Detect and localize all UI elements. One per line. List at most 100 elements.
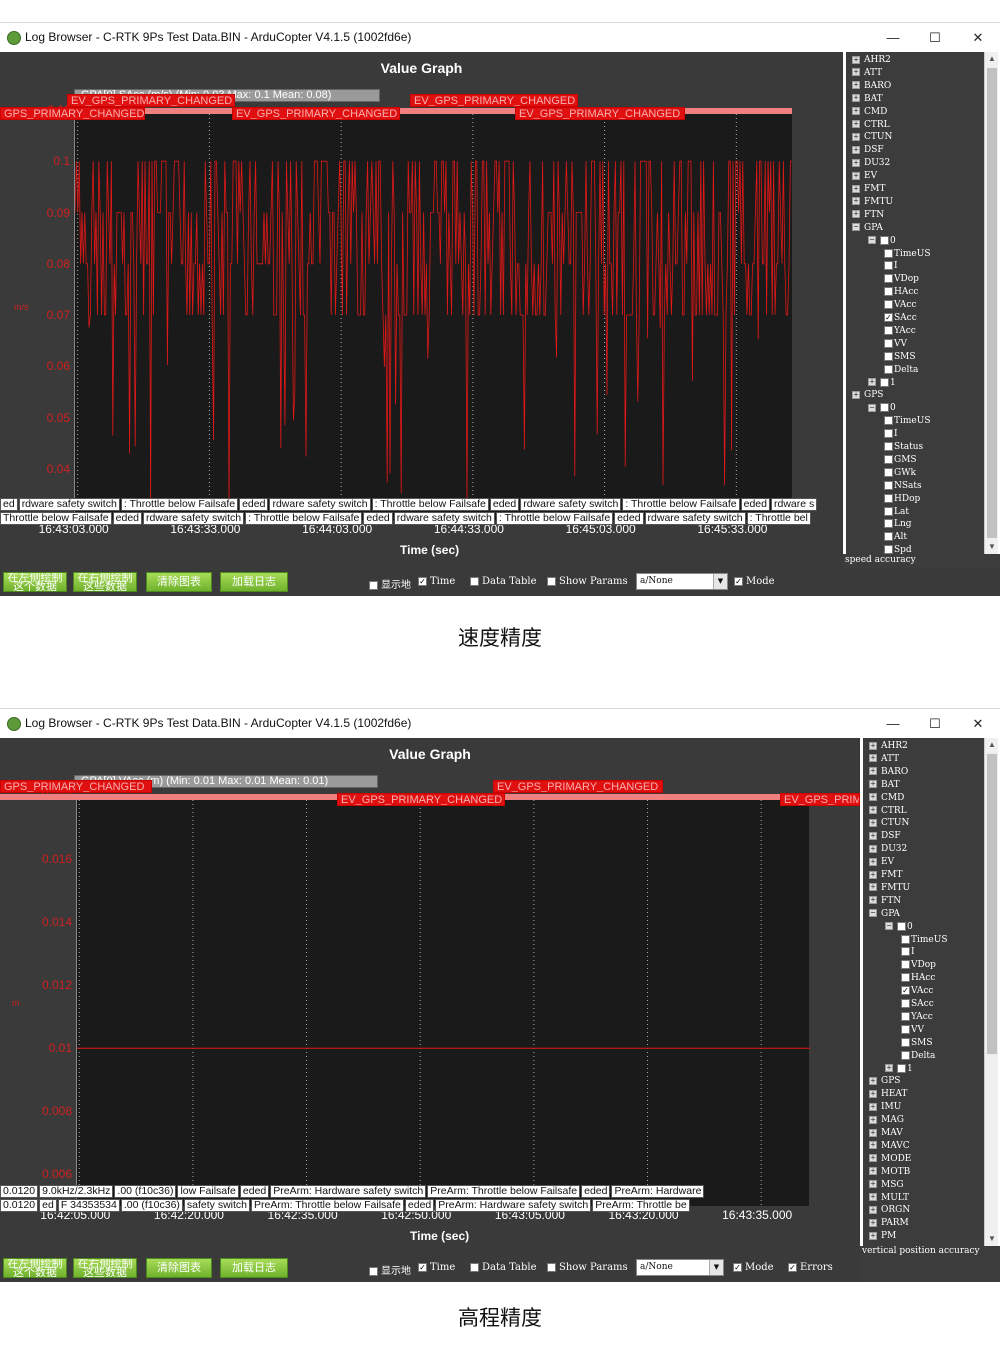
plot-left-button[interactable]: 在左侧绘制这个数据 — [3, 572, 67, 592]
tree-item[interactable]: ✓ SAcc — [884, 312, 917, 325]
tree-item[interactable]: + BARO — [869, 766, 908, 779]
tree-item[interactable]: TimeUS — [884, 248, 931, 261]
tree-item[interactable]: VV — [884, 338, 907, 351]
expand-icon[interactable]: + — [852, 132, 860, 141]
load-log-button[interactable]: 加载日志 — [220, 1258, 288, 1278]
tree-item[interactable]: NSats — [884, 480, 922, 493]
close-button[interactable]: ✕ — [968, 714, 988, 734]
expand-icon[interactable]: + — [869, 1089, 877, 1098]
tree-item[interactable]: + MSG — [869, 1179, 904, 1192]
expand-icon[interactable]: + — [869, 1154, 877, 1163]
expand-icon[interactable]: + — [869, 780, 877, 789]
field-checkbox[interactable] — [884, 519, 893, 529]
expand-icon[interactable]: − — [868, 403, 876, 412]
tree-item[interactable]: + CMD — [852, 106, 887, 119]
plot-area[interactable] — [76, 796, 810, 1206]
tree-item[interactable]: VV — [901, 1024, 924, 1037]
tree-item[interactable]: + CTUN — [869, 817, 909, 830]
field-checkbox[interactable] — [884, 532, 893, 542]
field-checkbox[interactable] — [884, 300, 893, 310]
tree-item[interactable]: + HEAT — [869, 1088, 907, 1101]
tree-item[interactable]: I — [884, 260, 898, 273]
expand-icon[interactable]: + — [869, 1141, 877, 1150]
field-checkbox[interactable] — [901, 934, 910, 944]
field-checkbox[interactable] — [901, 1024, 910, 1034]
field-checkbox[interactable] — [884, 467, 893, 477]
field-checkbox[interactable] — [884, 506, 893, 516]
field-checkbox[interactable] — [884, 325, 893, 335]
expand-icon[interactable]: + — [869, 741, 877, 750]
tree-item[interactable]: Lat — [884, 506, 909, 519]
tree-item[interactable]: + MAVC — [869, 1140, 910, 1153]
time-checkbox[interactable]: ✓ Time — [418, 1262, 455, 1273]
tree-item[interactable]: + ATT — [869, 753, 899, 766]
field-checkbox[interactable] — [884, 287, 893, 297]
tree-item[interactable]: + MAG — [869, 1114, 904, 1127]
expand-icon[interactable]: + — [852, 184, 860, 193]
expand-icon[interactable]: + — [885, 1064, 893, 1072]
field-checkbox[interactable] — [880, 377, 889, 387]
tree-item[interactable]: ✓ VAcc — [901, 985, 933, 998]
expand-icon[interactable]: + — [852, 158, 860, 167]
expand-icon[interactable]: + — [869, 1205, 877, 1214]
tree-item[interactable]: VAcc — [884, 299, 916, 312]
data-table-checkbox[interactable]: Data Table — [470, 1262, 537, 1273]
expand-icon[interactable]: + — [869, 767, 877, 776]
expand-icon[interactable]: + — [869, 754, 877, 763]
scroll-up-arrow-icon[interactable]: ▲ — [985, 52, 999, 66]
tree-item[interactable]: + CTRL — [869, 805, 907, 818]
tree-item[interactable]: + EV — [852, 170, 877, 183]
tree-item[interactable]: HAcc — [901, 972, 935, 985]
scroll-thumb[interactable] — [987, 68, 997, 538]
clear-graph-button[interactable]: 清除图表 — [146, 1258, 212, 1278]
expand-icon[interactable]: − — [885, 922, 893, 931]
plot-right-button[interactable]: 在右侧绘制这些数据 — [73, 1258, 137, 1278]
map-checkbox[interactable]: 显示地 — [369, 1262, 411, 1277]
tree-item[interactable]: + PARM — [869, 1217, 909, 1230]
scroll-down-arrow-icon[interactable]: ▼ — [985, 1232, 999, 1246]
mode-checkbox[interactable]: ✓ Mode — [734, 576, 775, 587]
field-checkbox[interactable] — [884, 493, 893, 503]
expand-icon[interactable]: + — [869, 793, 877, 802]
expand-icon[interactable]: + — [852, 81, 860, 90]
expand-icon[interactable]: + — [869, 844, 877, 853]
field-checkbox[interactable] — [880, 235, 889, 245]
tree-item[interactable]: I — [901, 946, 915, 959]
clear-graph-button[interactable]: 清除图表 — [146, 572, 212, 592]
tree-item[interactable]: Lng — [884, 518, 912, 531]
expand-icon[interactable]: + — [869, 806, 877, 814]
field-checkbox[interactable] — [884, 351, 893, 361]
tree-item[interactable]: − GPA — [852, 222, 883, 235]
tree-item[interactable]: SMS — [884, 351, 916, 364]
tree-item[interactable]: + IMU — [869, 1101, 901, 1114]
expand-icon[interactable]: + — [852, 55, 860, 64]
map-checkbox[interactable]: 显示地 — [369, 576, 411, 591]
tree-item[interactable]: VDop — [884, 273, 919, 286]
tree-item[interactable]: I — [884, 428, 898, 441]
expand-icon[interactable]: + — [869, 1231, 877, 1240]
expand-icon[interactable]: + — [869, 896, 877, 905]
field-checkbox[interactable]: ✓ — [884, 313, 893, 322]
tree-item[interactable]: + FTN — [869, 895, 901, 908]
expand-icon[interactable]: + — [852, 120, 860, 128]
tree-item[interactable]: + BARO — [852, 80, 891, 93]
field-checkbox[interactable] — [884, 416, 893, 426]
minimize-button[interactable]: — — [883, 28, 903, 48]
tree-item[interactable]: + ORGN — [869, 1204, 910, 1217]
field-checkbox[interactable] — [884, 545, 893, 554]
tree-item[interactable]: −0 — [868, 402, 896, 415]
tree-item[interactable]: Delta — [901, 1050, 935, 1063]
tree-item[interactable]: Delta — [884, 364, 918, 377]
tree-item[interactable]: + BAT — [852, 93, 883, 106]
tree-item[interactable]: + GPS — [869, 1075, 900, 1088]
plot-right-button[interactable]: 在右侧绘制这些数据 — [73, 572, 137, 592]
show-params-checkbox[interactable]: Show Params — [547, 576, 628, 587]
tree-item[interactable]: YAcc — [901, 1011, 933, 1024]
field-checkbox[interactable] — [880, 403, 889, 413]
expand-icon[interactable]: + — [852, 210, 860, 219]
expand-icon[interactable]: − — [852, 223, 860, 232]
tree-item[interactable]: Status — [884, 441, 923, 454]
expand-icon[interactable]: − — [868, 236, 876, 245]
value-graph[interactable]: Value Graph 0.040.050.060.070.080.090.10… — [0, 52, 843, 568]
field-checkbox[interactable] — [884, 364, 893, 374]
